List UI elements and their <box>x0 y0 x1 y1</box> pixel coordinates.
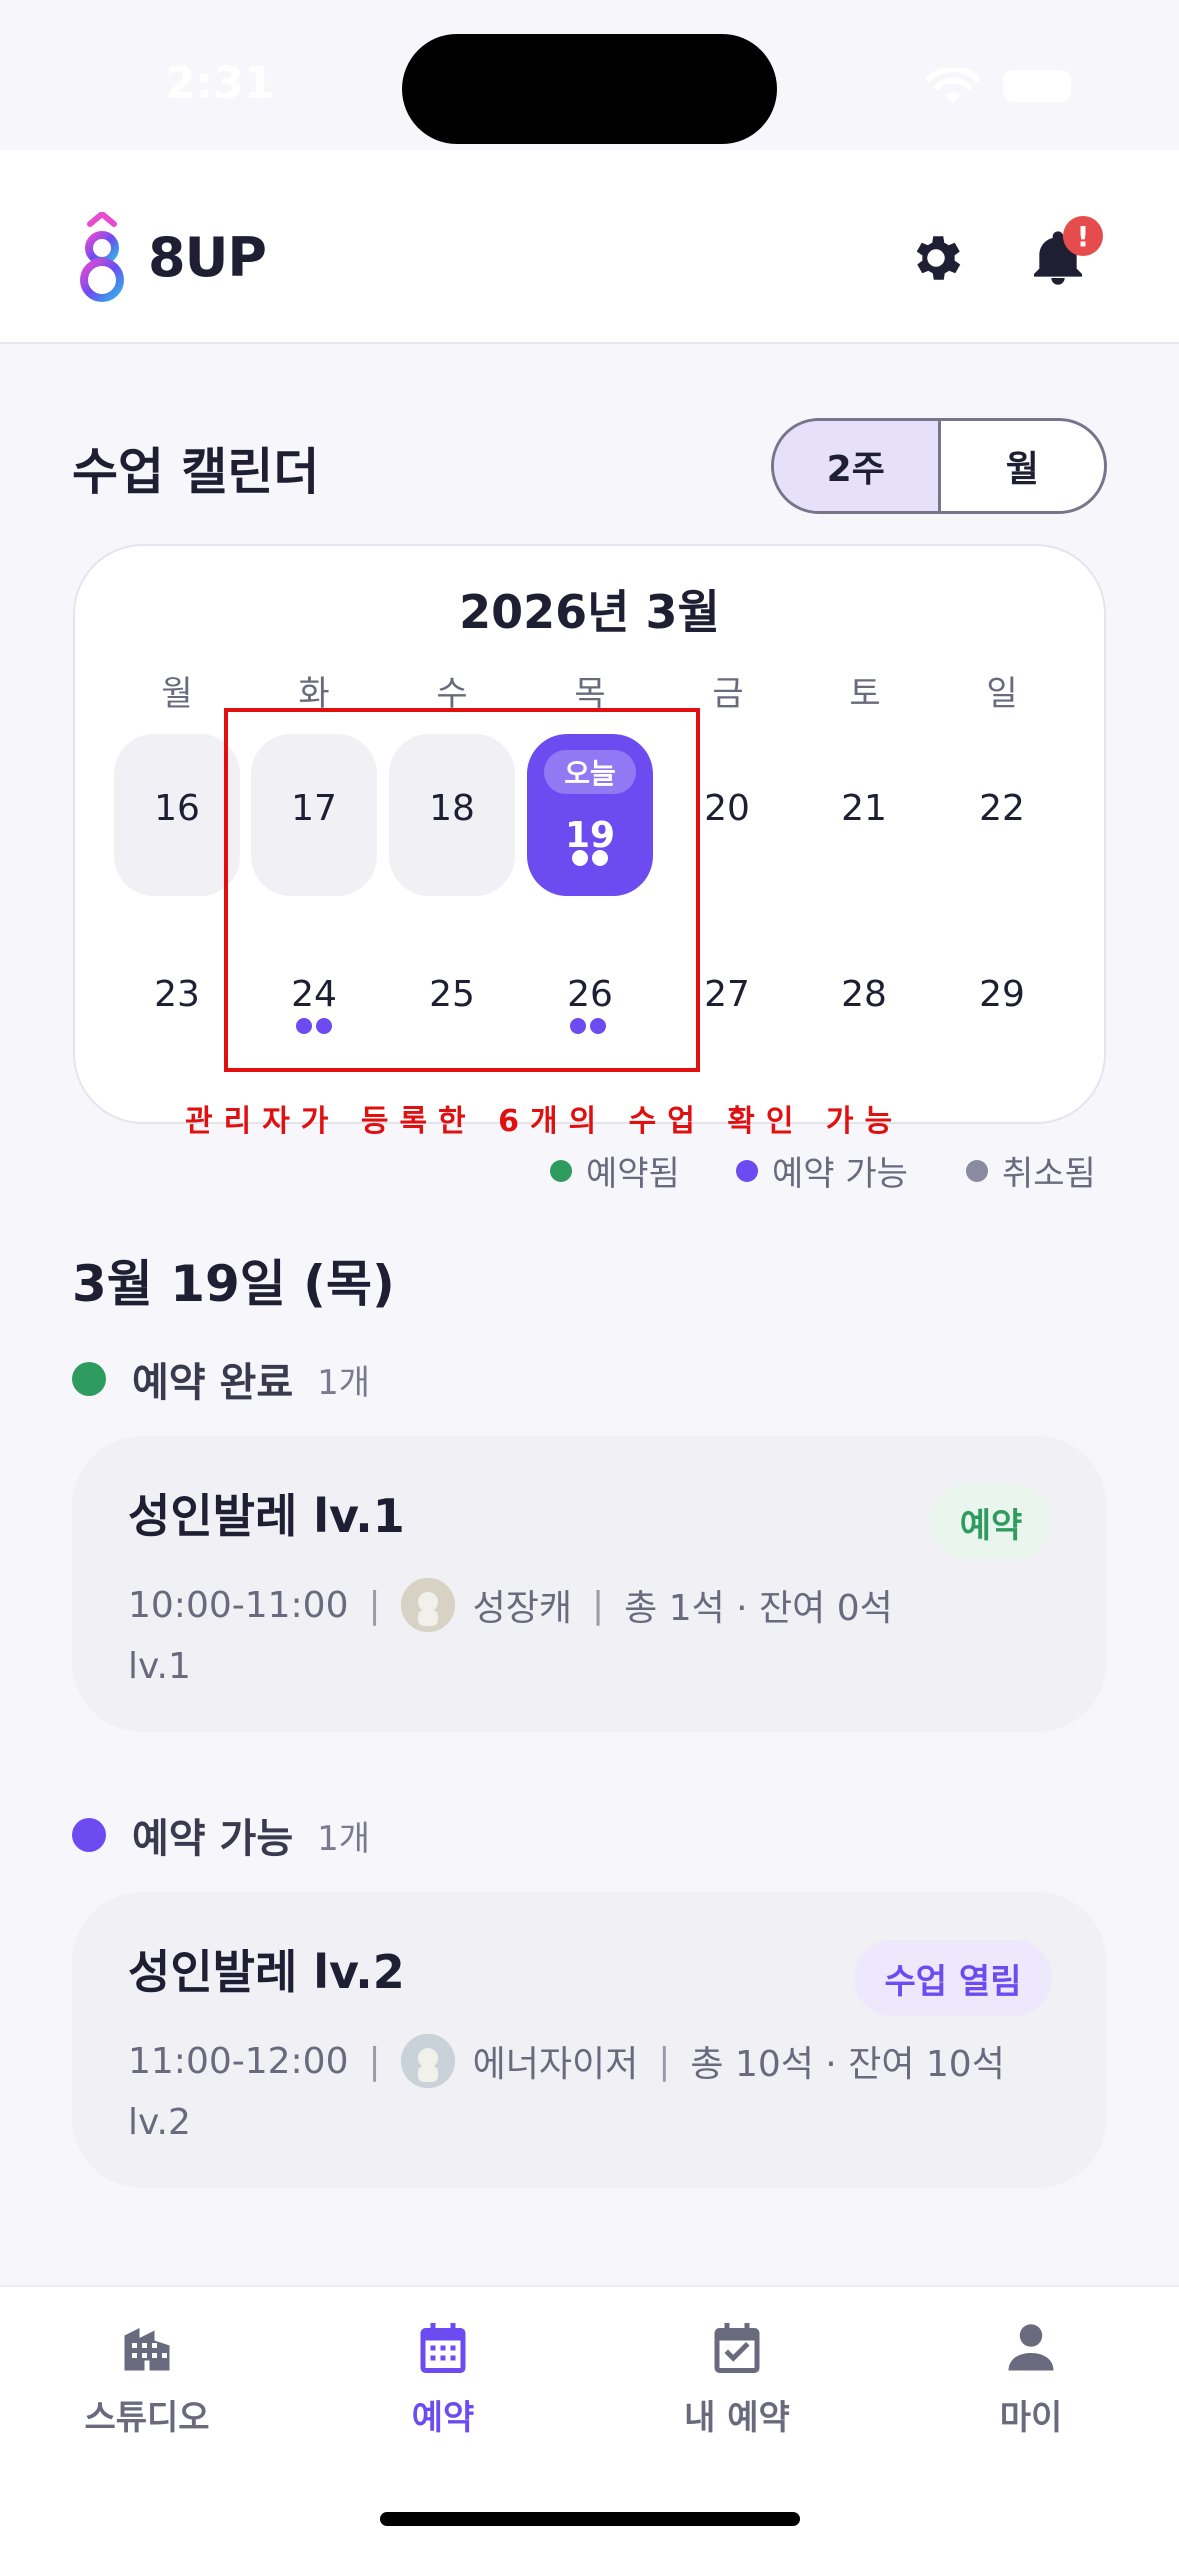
calendar-month-label: 2026년 3월 <box>459 585 720 639</box>
available-dot-icon <box>736 1159 758 1182</box>
lesson-title: 성인발레 lv.1 <box>128 1489 405 1543</box>
legend-available-label: 예약 가능 <box>772 1154 908 1194</box>
view-toggle-month[interactable]: 월 <box>941 421 1105 511</box>
dynamic-island <box>402 34 777 144</box>
seat-info: 총 1석 · 잔여 0석 <box>624 1588 893 1629</box>
nav-my[interactable]: 마이 <box>931 2318 1131 2439</box>
group-label: 예약 가능 <box>132 1816 294 1862</box>
lesson-meta: 11:00-12:00 | 에너자이저 | 총 10석 · 잔여 10석 <box>128 2034 1005 2088</box>
lesson-time: 11:00-12:00 <box>128 2040 349 2082</box>
group-header-available: 예약 가능 1개 <box>72 1806 370 1864</box>
view-toggle: 2주 월 <box>771 418 1107 514</box>
divider: | <box>658 2040 671 2082</box>
weekday-sun: 일 <box>986 674 1018 714</box>
instructor-name: 에너자이저 <box>472 2044 639 2085</box>
nav-booking[interactable]: 예약 <box>343 2318 543 2439</box>
day-number[interactable]: 28 <box>801 974 927 1015</box>
available-dot-icon <box>72 1818 106 1852</box>
lesson-level: lv.1 <box>128 1646 191 1687</box>
legend-cancelled-label: 취소됨 <box>1002 1154 1096 1194</box>
calendar-check-icon <box>714 2323 760 2373</box>
building-icon <box>124 2328 170 2371</box>
booked-dot-icon <box>550 1159 572 1182</box>
app-logo-icon <box>80 212 124 302</box>
status-badge: 수업 열림 <box>854 1940 1052 2016</box>
legend-cancelled: 취소됨 <box>966 1146 1096 1195</box>
lesson-meta: 10:00-11:00 | 성장캐 | 총 1석 · 잔여 0석 <box>128 1578 893 1632</box>
avatar <box>400 1578 455 1632</box>
day-number[interactable]: 29 <box>939 974 1065 1015</box>
annotation-note: 관리자가 등록한 6개의 수업 확인 가능 <box>185 1104 904 1139</box>
weekday-fri: 금 <box>712 674 744 714</box>
booked-dot-icon <box>72 1362 106 1396</box>
weekday-sat: 토 <box>849 674 881 714</box>
status-time: 2:31 <box>165 58 275 109</box>
wifi-icon <box>926 68 980 104</box>
lesson-level: lv.2 <box>128 2102 191 2143</box>
lesson-title: 성인발레 lv.2 <box>128 1945 405 1999</box>
notification-badge: ! <box>1063 216 1103 256</box>
calendar-icon <box>420 2323 466 2373</box>
legend-available: 예약 가능 <box>736 1146 908 1195</box>
lesson-time: 10:00-11:00 <box>128 1584 349 1626</box>
selected-date-title: 3월 19일 (목) <box>72 1255 395 1313</box>
app-name: 8UP <box>148 226 267 289</box>
home-indicator <box>380 2512 800 2526</box>
nav-studio[interactable]: 스튜디오 <box>47 2318 247 2439</box>
divider: | <box>368 1584 381 1626</box>
divider: | <box>592 1584 605 1626</box>
day-number[interactable]: 23 <box>114 974 240 1015</box>
avatar-figure-icon <box>400 1578 455 1632</box>
divider: | <box>368 2040 381 2082</box>
instructor-name: 성장캐 <box>472 1588 572 1629</box>
battery-icon <box>1003 70 1071 102</box>
cancelled-dot-icon <box>966 1159 988 1182</box>
calendar-section-title: 수업 캘린더 <box>72 443 320 501</box>
nav-label: 내 예약 <box>684 2398 790 2438</box>
group-count: 1개 <box>317 1818 371 1859</box>
seat-info: 총 10석 · 잔여 10석 <box>690 2044 1005 2085</box>
nav-label: 마이 <box>999 2398 1063 2438</box>
group-label: 예약 완료 <box>132 1360 294 1406</box>
legend-booked-label: 예약됨 <box>586 1154 680 1194</box>
avatar-figure-icon <box>400 2034 455 2088</box>
weekday-mon: 월 <box>161 674 193 714</box>
annotation-highlight-box <box>224 708 700 1072</box>
nav-label: 스튜디오 <box>84 2398 210 2438</box>
avatar <box>400 2034 455 2088</box>
view-toggle-2weeks[interactable]: 2주 <box>774 421 941 511</box>
day-number: 16 <box>154 788 200 829</box>
nav-label: 예약 <box>411 2398 475 2438</box>
day-number[interactable]: 21 <box>801 788 927 829</box>
group-count: 1개 <box>317 1362 371 1403</box>
gear-icon[interactable] <box>906 228 966 288</box>
person-icon <box>1008 2324 1054 2371</box>
nav-my-bookings[interactable]: 내 예약 <box>637 2318 837 2439</box>
status-badge: 예약 <box>930 1484 1052 1560</box>
day-number[interactable]: 22 <box>939 788 1065 829</box>
legend-booked: 예약됨 <box>550 1146 680 1195</box>
group-header-booked: 예약 완료 1개 <box>72 1350 370 1408</box>
